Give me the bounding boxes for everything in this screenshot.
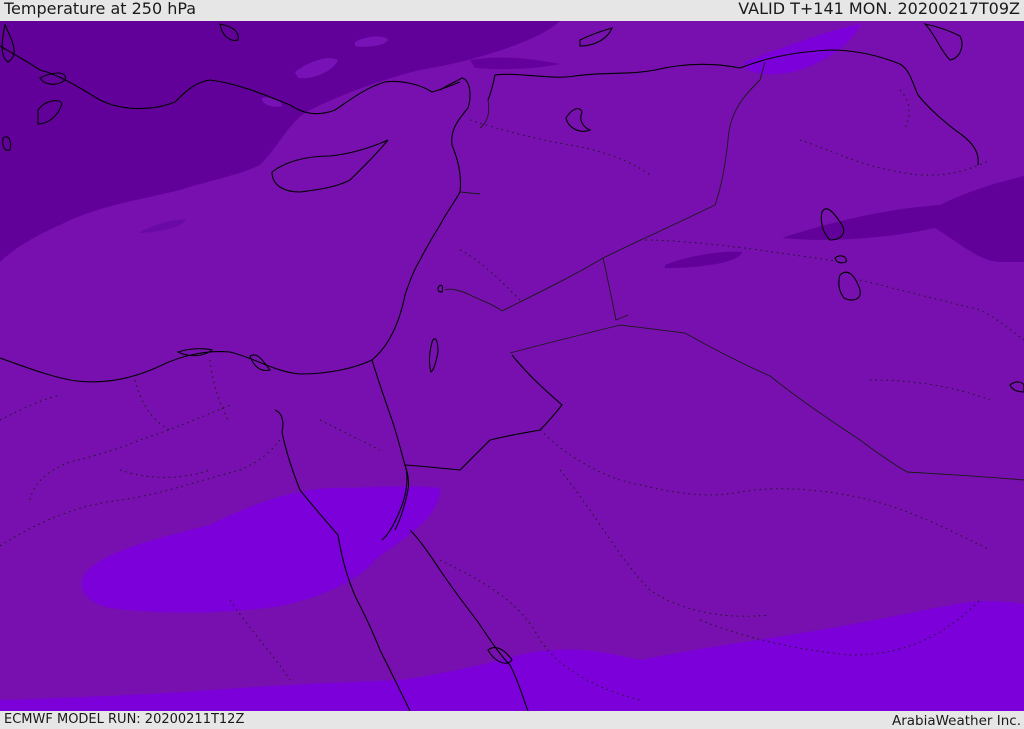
credit-label: ArabiaWeather Inc.	[891, 713, 1021, 729]
model-run-label: ECMWF MODEL RUN: 20200211T12Z	[4, 712, 245, 727]
map-footer: ECMWF MODEL RUN: 20200211T12Z ArabiaWeat…	[0, 711, 1024, 729]
map-frame: Temperature at 250 hPa VALID T+141 MON. …	[0, 0, 1024, 729]
temperature-map[interactable]	[0, 21, 1024, 711]
map-header: Temperature at 250 hPa VALID T+141 MON. …	[0, 0, 1024, 21]
